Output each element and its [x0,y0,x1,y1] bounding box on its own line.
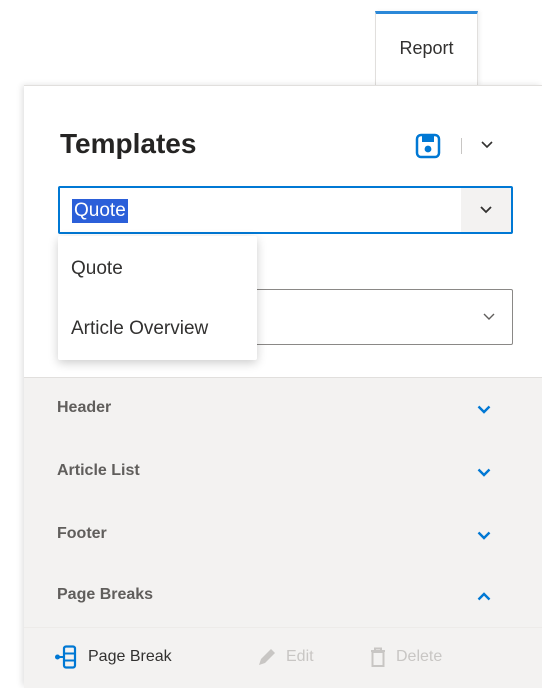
tab-report-label: Report [399,38,454,58]
save-icon[interactable] [415,133,441,159]
template-select-value[interactable]: Quote [72,199,128,223]
page-break-button[interactable]: Page Break [54,642,172,672]
trash-icon [371,647,385,667]
edit-button[interactable]: Edit [256,642,314,672]
section-label: Article List [57,462,140,479]
template-select[interactable]: Quote [58,186,513,234]
page-breaks-toolbar: Page Break Edit Delete [24,627,542,688]
page-break-icon [55,645,77,669]
tab-strip: Report [0,0,542,86]
page-break-label: Page Break [88,648,172,665]
edit-label: Edit [286,648,314,665]
section-header[interactable]: Header [24,378,542,440]
delete-button[interactable]: Delete [368,642,442,672]
section-page-breaks[interactable]: Page Breaks [24,565,542,627]
chevron-down-icon[interactable] [475,464,493,480]
chevron-up-icon[interactable] [475,588,493,604]
menu-item-quote[interactable]: Quote [71,258,123,280]
pencil-icon [259,649,275,665]
template-dropdown-menu: Quote Article Overview [58,236,257,360]
panel-title: Templates [60,128,197,159]
section-footer[interactable]: Footer [24,504,542,566]
second-select-chevron-down-icon[interactable] [480,308,498,326]
section-label: Footer [57,525,107,542]
title-divider [461,138,462,154]
menu-item-article-overview[interactable]: Article Overview [71,318,208,340]
delete-label: Delete [396,648,443,665]
template-select-chevron-down-icon[interactable] [461,188,511,232]
section-label: Header [57,399,112,416]
section-label: Page Breaks [57,586,154,603]
chevron-down-icon[interactable] [475,401,493,417]
chevron-down-icon[interactable] [475,527,493,543]
report-sections: Header Article List Footer Page Breaks P… [24,377,542,688]
title-chevron-down-icon[interactable] [476,134,498,156]
tab-report[interactable]: Report [375,11,478,86]
templates-panel: Templates Quote Header Article List Foot… [24,85,542,688]
section-article-list[interactable]: Article List [24,441,542,503]
